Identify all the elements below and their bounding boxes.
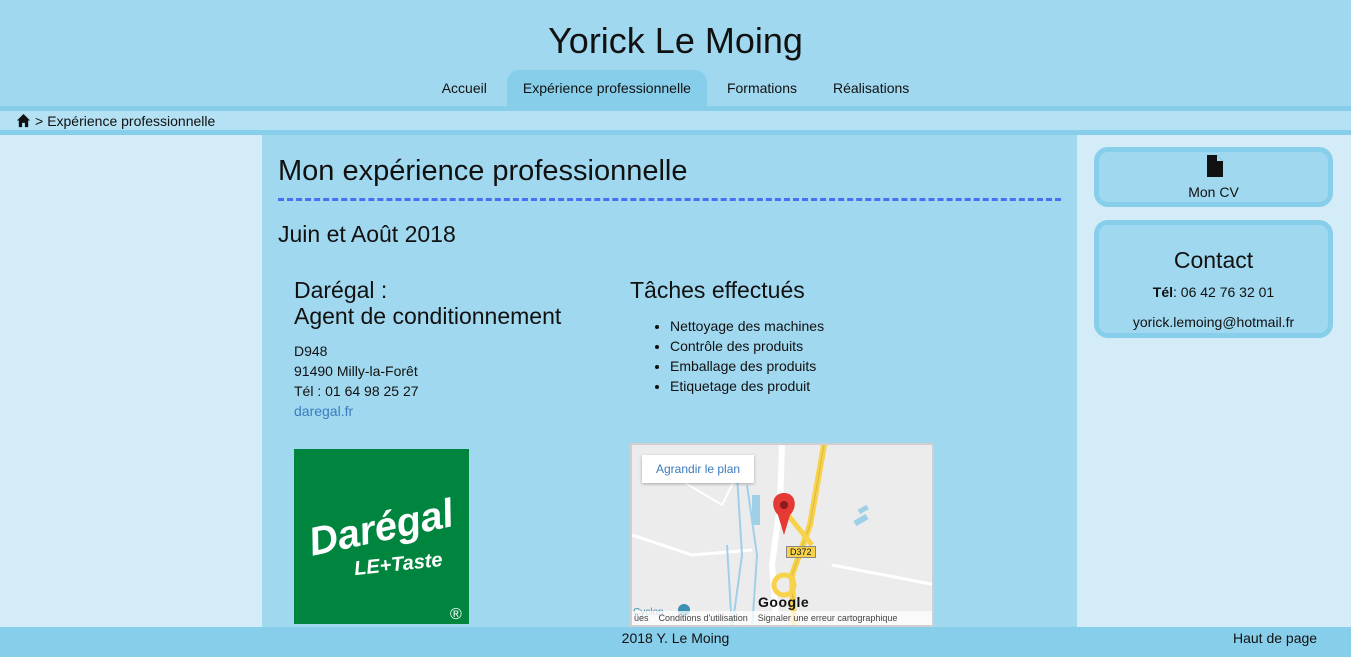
home-icon[interactable] xyxy=(16,113,31,128)
company-name: Darégal : Agent de conditionnement xyxy=(294,277,594,329)
breadcrumb: > Expérience professionnelle xyxy=(0,111,1351,130)
nav-item-realisations[interactable]: Réalisations xyxy=(817,70,925,106)
map-footer: ües Conditions d'utilisation Signaler un… xyxy=(632,611,932,625)
phone-label: Tél xyxy=(1152,284,1174,300)
company-city: 91490 Milly-la-Forêt xyxy=(294,363,418,379)
enlarge-map-button[interactable]: Agrandir le plan xyxy=(642,455,755,483)
daregal-logo: Darégal LE+Taste ® xyxy=(305,491,462,623)
breadcrumb-separator: > xyxy=(35,112,44,129)
contact-phone: Tél: 06 42 76 32 01 xyxy=(1099,284,1328,300)
task-item: Nettoyage des machines xyxy=(670,316,1030,336)
location-map[interactable]: D372 Google Cyclop Agrandir le plan ües … xyxy=(630,443,934,627)
task-item: Emballage des produits xyxy=(670,356,1030,376)
nav-item-experience[interactable]: Expérience professionnelle xyxy=(506,70,707,106)
main-content: Mon expérience professionnelle Juin et A… xyxy=(262,135,1077,627)
map-footer-text: ües xyxy=(634,613,649,623)
map-report-link[interactable]: Signaler une erreur cartographique xyxy=(758,613,898,623)
phone-number: : 06 42 76 32 01 xyxy=(1173,284,1275,300)
title-divider xyxy=(278,198,1061,201)
site-title: Yorick Le Moing xyxy=(548,20,803,61)
file-icon xyxy=(1207,155,1223,177)
map-road-label: D372 xyxy=(786,546,816,558)
experience-period: Juin et Août 2018 xyxy=(278,221,456,247)
company-website-link[interactable]: daregal.fr xyxy=(294,403,353,419)
logo-tagline: LE+Taste xyxy=(353,549,444,580)
company-phone: Tél : 01 64 98 25 27 xyxy=(294,383,419,399)
company-address: D948 xyxy=(294,343,328,359)
site-footer: 2018 Y. Le Moing Haut de page xyxy=(0,627,1351,657)
company-logo: Darégal LE+Taste ® xyxy=(294,449,469,624)
google-logo: Google xyxy=(758,594,810,610)
breadcrumb-current: Expérience professionnelle xyxy=(47,112,216,129)
tasks-block: Tâches effectués Nettoyage des machines … xyxy=(630,277,1030,396)
nav-item-accueil[interactable]: Accueil xyxy=(426,70,503,106)
site-header: Yorick Le Moing Accueil Expérience profe… xyxy=(0,0,1351,106)
logo-registered: ® xyxy=(450,606,462,623)
job-title: Agent de conditionnement xyxy=(294,303,562,329)
task-item: Contrôle des produits xyxy=(670,336,1030,356)
company-block: Darégal : Agent de conditionnement D948 … xyxy=(294,277,594,421)
page-title: Mon expérience professionnelle xyxy=(278,155,688,187)
nav-item-formations[interactable]: Formations xyxy=(711,70,813,106)
contact-email[interactable]: yorick.lemoing@hotmail.fr xyxy=(1099,314,1328,330)
company-name-line: Darégal : xyxy=(294,277,388,303)
contact-title: Contact xyxy=(1173,247,1254,273)
task-item: Etiquetage des produit xyxy=(670,376,1030,396)
back-to-top-link[interactable]: Haut de page xyxy=(1233,630,1317,646)
main-nav: Accueil Expérience professionnelle Forma… xyxy=(0,70,1351,106)
map-terms-link[interactable]: Conditions d'utilisation xyxy=(659,613,748,623)
cv-link[interactable]: Mon CV xyxy=(1099,184,1328,200)
tasks-title: Tâches effectués xyxy=(630,277,805,303)
tasks-list: Nettoyage des machines Contrôle des prod… xyxy=(630,316,1030,396)
cv-card[interactable]: Mon CV xyxy=(1094,147,1333,207)
copyright: 2018 Y. Le Moing xyxy=(621,630,730,646)
contact-card: Contact Tél: 06 42 76 32 01 yorick.lemoi… xyxy=(1094,220,1333,338)
company-info: D948 91490 Milly-la-Forêt Tél : 01 64 98… xyxy=(294,341,594,421)
